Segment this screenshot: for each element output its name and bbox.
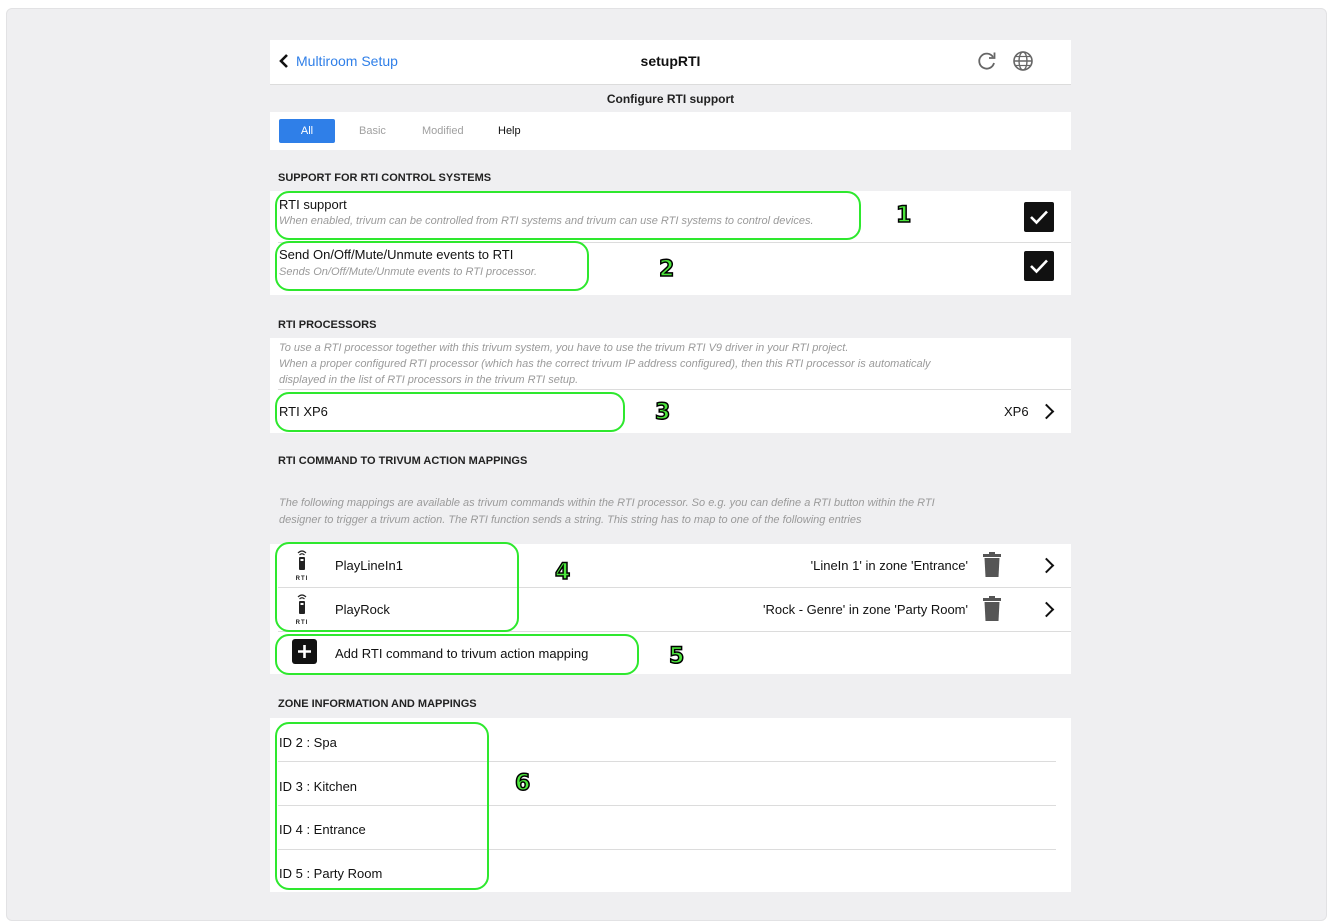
chevron-right-icon	[1038, 403, 1055, 420]
tab-all[interactable]: All	[279, 119, 335, 143]
annotation-box-4	[275, 542, 519, 632]
checkmark-icon	[1030, 259, 1048, 274]
processors-description-line-2: When a proper configured RTI processor (…	[279, 358, 931, 370]
rti-support-checkbox[interactable]	[1024, 202, 1054, 232]
section-title: SUPPORT FOR RTI CONTROL SYSTEMS	[278, 172, 492, 184]
trash-icon[interactable]	[982, 596, 1002, 622]
section-title: RTI COMMAND TO TRIVUM ACTION MAPPINGS	[278, 455, 528, 467]
send-events-checkbox[interactable]	[1024, 251, 1054, 281]
section-support: SUPPORT FOR RTI CONTROL SYSTEMS	[270, 150, 1071, 191]
mappings-description-line-1: The following mappings are available as …	[279, 497, 935, 509]
mappings-description-line-2: designer to trigger a trivum action. The…	[279, 514, 862, 526]
annotation-number-2: 2	[658, 257, 675, 282]
annotation-box-1	[275, 191, 861, 240]
annotation-number-5: 5	[668, 644, 685, 669]
annotation-number-1: 1	[895, 203, 912, 228]
tab-basic[interactable]: Basic	[359, 125, 386, 137]
section-zones: ZONE INFORMATION AND MAPPINGS	[270, 674, 1071, 718]
globe-icon[interactable]	[1012, 50, 1034, 72]
annotation-box-5	[275, 634, 639, 675]
processor-value: XP6	[1004, 404, 1029, 419]
chevron-right-icon	[1038, 557, 1055, 574]
section-title: RTI PROCESSORS	[278, 319, 377, 331]
checkmark-icon	[1030, 210, 1048, 225]
section-title: ZONE INFORMATION AND MAPPINGS	[278, 698, 477, 710]
annotation-box-6	[275, 722, 489, 890]
refresh-icon[interactable]	[976, 50, 998, 72]
tab-modified[interactable]: Modified	[422, 125, 464, 137]
annotation-box-2	[275, 241, 589, 291]
annotation-number-3: 3	[654, 400, 671, 425]
annotation-box-3	[275, 392, 625, 432]
setup-panel: Multiroom Setup setupRTI Configure RTI s…	[270, 40, 1071, 892]
chevron-right-icon	[1038, 601, 1055, 618]
page-subtitle: Configure RTI support	[606, 92, 735, 106]
mapping-action: 'Rock - Genre' in zone 'Party Room'	[762, 602, 968, 617]
annotation-number-4: 4	[554, 560, 571, 585]
processors-description-line-1: To use a RTI processor together with thi…	[279, 342, 849, 354]
annotation-number-6: 6	[514, 771, 531, 796]
section-mappings: RTI COMMAND TO TRIVUM ACTION MAPPINGS	[270, 433, 1071, 476]
section-processors: RTI PROCESSORS	[270, 295, 1071, 338]
page-title: setupRTI	[640, 53, 701, 69]
trash-icon[interactable]	[982, 552, 1002, 578]
tab-help[interactable]: Help	[498, 125, 521, 137]
mapping-action: 'LineIn 1' in zone 'Entrance'	[810, 558, 968, 573]
mappings-description-bg	[270, 476, 1071, 544]
processors-description-line-3: displayed in the list of RTI processors …	[279, 374, 579, 386]
